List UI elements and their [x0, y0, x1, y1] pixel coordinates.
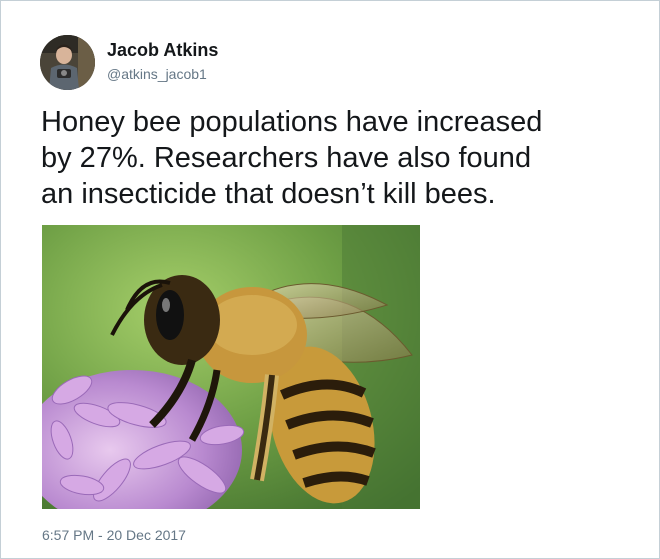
- display-name[interactable]: Jacob Atkins: [107, 39, 218, 61]
- avatar-photo-icon: [40, 35, 95, 90]
- tweet-card: Jacob Atkins @atkins_jacob1 Honey bee po…: [0, 0, 660, 559]
- user-handle[interactable]: @atkins_jacob1: [107, 65, 207, 83]
- timestamp[interactable]: 6:57 PM - 20 Dec 2017: [42, 526, 186, 544]
- tweet-text-line: by 27%. Researchers have also found: [41, 142, 532, 174]
- avatar[interactable]: [40, 35, 95, 90]
- tweet-photo[interactable]: [42, 225, 420, 509]
- tweet-text-line: Honey bee populations have increased: [41, 106, 543, 138]
- tweet-text-line: an insecticide that doesn’t kill bees.: [41, 178, 496, 210]
- honey-bee-photo-icon: [42, 225, 420, 509]
- tweet-text: Honey bee populations have increased by …: [41, 104, 641, 212]
